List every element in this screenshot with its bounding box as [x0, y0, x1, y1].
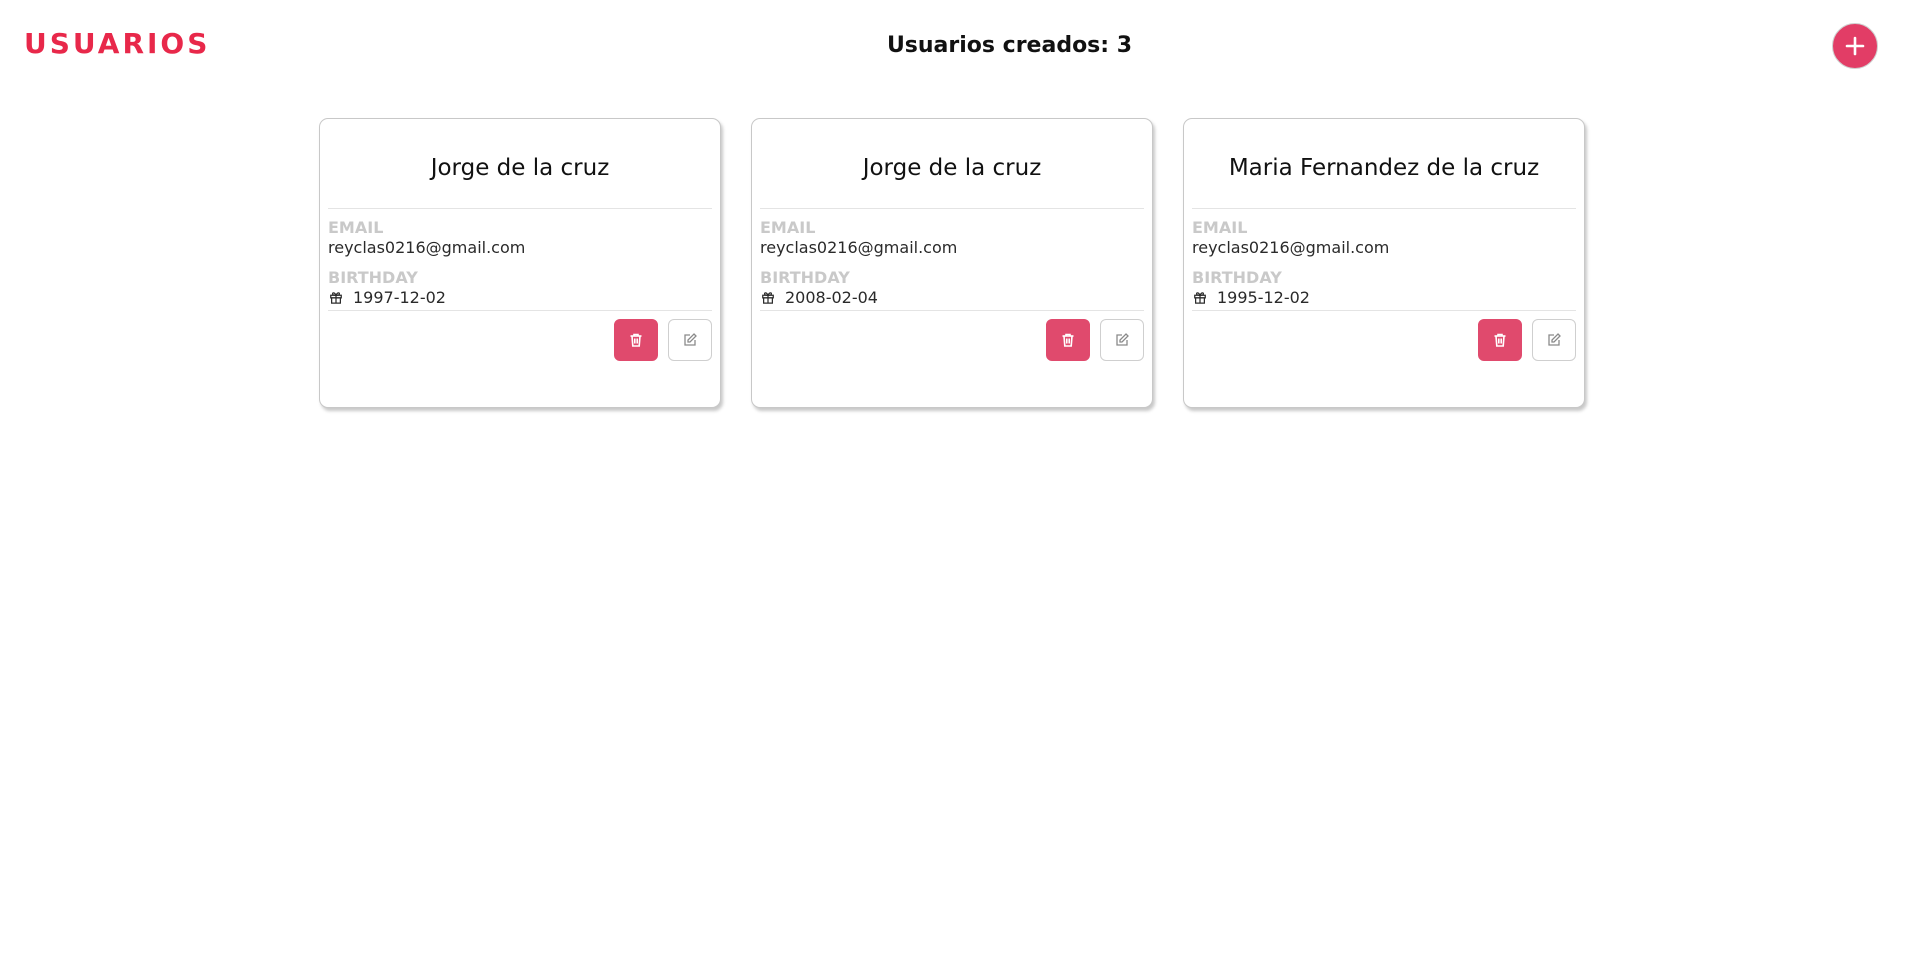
edit-button[interactable] — [1100, 319, 1144, 361]
birthday-value: 2008-02-04 — [785, 288, 878, 307]
birthday-value: 1997-12-02 — [353, 288, 446, 307]
birthday-row: 1995-12-02 — [1192, 287, 1576, 311]
email-value: reyclas0216@gmail.com — [1192, 238, 1390, 257]
gift-icon — [329, 290, 345, 306]
user-name: Jorge de la cruz — [760, 119, 1144, 209]
delete-button[interactable] — [614, 319, 658, 361]
card-actions — [760, 319, 1144, 361]
email-value: reyclas0216@gmail.com — [328, 238, 526, 257]
trash-icon — [1062, 333, 1074, 347]
birthday-label: BIRTHDAY — [328, 268, 418, 287]
trash-icon — [630, 333, 642, 347]
user-card: Jorge de la cruz EMAIL reyclas0216@gmail… — [319, 118, 721, 408]
plus-icon — [1845, 36, 1865, 56]
birthday-label: BIRTHDAY — [1192, 268, 1282, 287]
email-label: EMAIL — [760, 218, 816, 237]
email-label: EMAIL — [328, 218, 384, 237]
add-user-button[interactable] — [1832, 23, 1878, 69]
delete-button[interactable] — [1046, 319, 1090, 361]
email-label: EMAIL — [1192, 218, 1248, 237]
user-name: Maria Fernandez de la cruz — [1192, 119, 1576, 209]
edit-button[interactable] — [668, 319, 712, 361]
card-actions — [328, 319, 712, 361]
edit-icon — [1116, 333, 1129, 346]
users-count-title: Usuarios creados: 3 — [886, 33, 1133, 58]
user-card: Jorge de la cruz EMAIL reyclas0216@gmail… — [751, 118, 1153, 408]
page-header: USUARIOS Usuarios creados: 3 — [0, 0, 1907, 100]
trash-icon — [1494, 333, 1506, 347]
user-name: Jorge de la cruz — [328, 119, 712, 209]
user-card: Maria Fernandez de la cruz EMAIL reyclas… — [1183, 118, 1585, 408]
birthday-row: 1997-12-02 — [328, 287, 712, 311]
email-value: reyclas0216@gmail.com — [760, 238, 958, 257]
edit-button[interactable] — [1532, 319, 1576, 361]
delete-button[interactable] — [1478, 319, 1522, 361]
birthday-label: BIRTHDAY — [760, 268, 850, 287]
edit-icon — [1548, 333, 1561, 346]
gift-icon — [1193, 290, 1209, 306]
birthday-value: 1995-12-02 — [1217, 288, 1310, 307]
edit-icon — [684, 333, 697, 346]
birthday-row: 2008-02-04 — [760, 287, 1144, 311]
card-actions — [1192, 319, 1576, 361]
gift-icon — [761, 290, 777, 306]
brand-title: USUARIOS — [24, 27, 211, 60]
user-card-list: Jorge de la cruz EMAIL reyclas0216@gmail… — [319, 118, 1585, 408]
